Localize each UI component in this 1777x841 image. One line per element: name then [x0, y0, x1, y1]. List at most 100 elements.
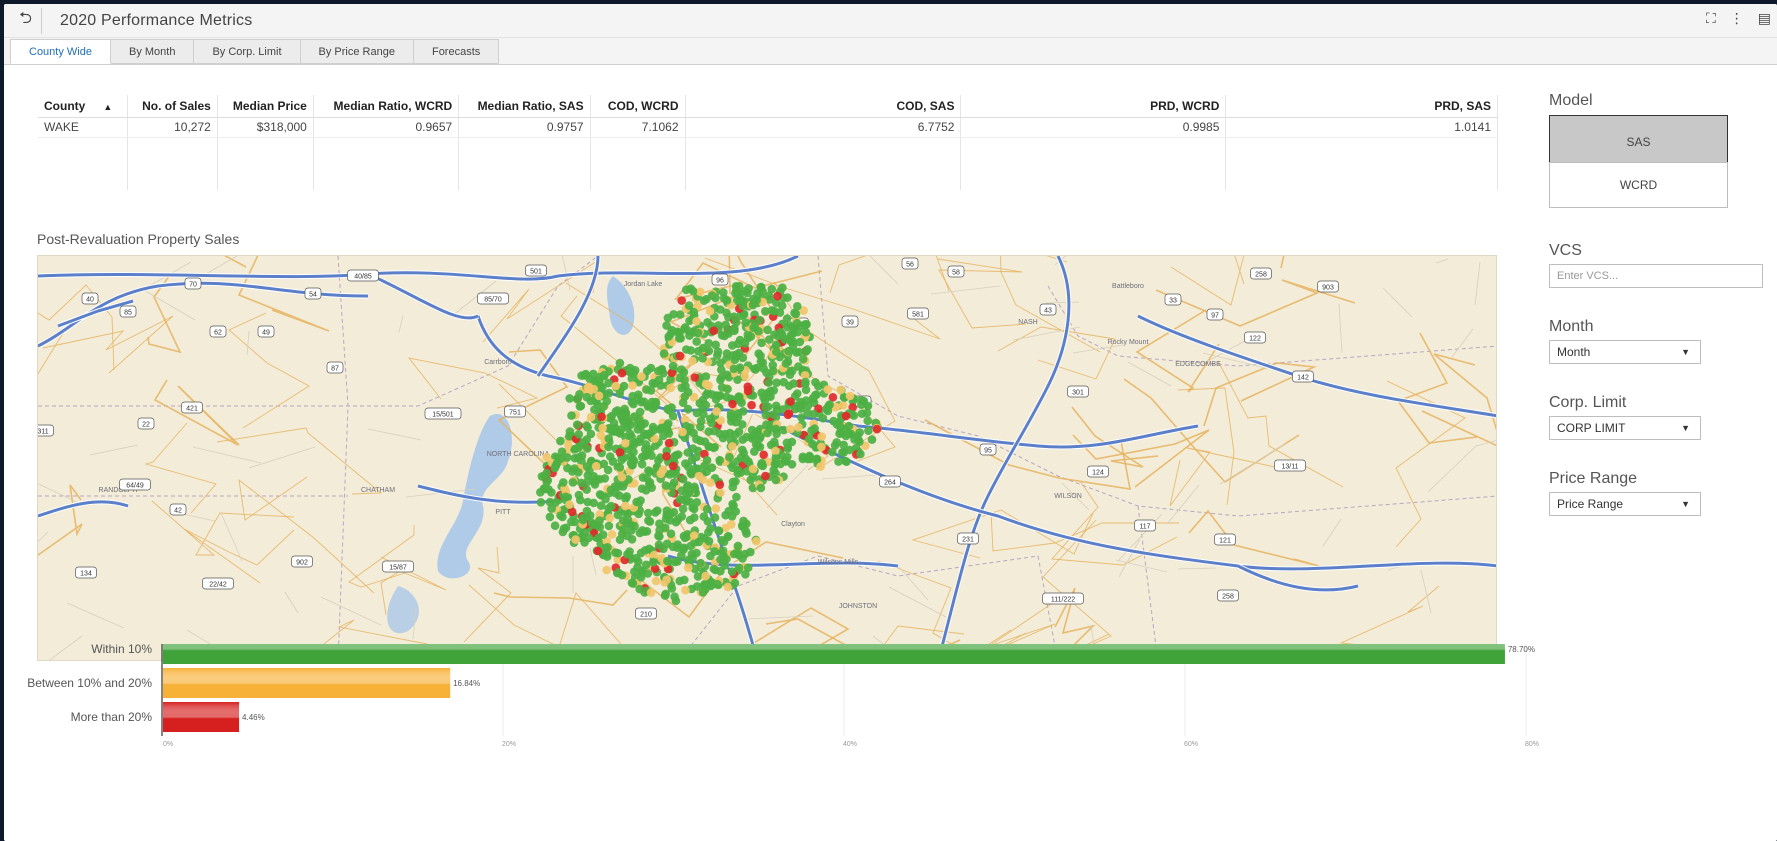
- sale-dot: [605, 452, 615, 461]
- table-cell: [38, 137, 128, 190]
- sale-dot: [692, 434, 701, 444]
- sale-dot: [683, 448, 693, 457]
- sale-dot: [640, 419, 649, 428]
- sale-dot: [712, 407, 721, 416]
- column-header[interactable]: PRD, WCRD: [960, 95, 1227, 118]
- category-label: Between 10% and 20%: [27, 676, 152, 690]
- top-right-toolbar: ⛶ ⋮ ▤: [1706, 10, 1771, 27]
- sale-dot: [572, 420, 582, 429]
- column-header[interactable]: Median Ratio, SAS: [458, 95, 591, 118]
- sale-dot: [727, 520, 736, 529]
- app-window: ⮌ 2020 Performance Metrics ⛶ ⋮ ▤ County …: [4, 4, 1777, 841]
- sale-dot: [727, 512, 737, 521]
- sale-dot: [696, 558, 705, 568]
- local-road: [1045, 301, 1080, 304]
- county-boundary: [1047, 285, 1496, 367]
- column-header[interactable]: COD, WCRD: [590, 95, 686, 118]
- tab-forecasts[interactable]: Forecasts: [413, 39, 500, 64]
- table-row[interactable]: WAKE 10,272 $318,000 0.9657 0.9757 7.106…: [38, 117, 1498, 138]
- sale-dot: [801, 347, 811, 356]
- sale-dot: [767, 306, 777, 315]
- sale-dot: [731, 288, 740, 298]
- price-range-dropdown[interactable]: Price Range ▼: [1549, 492, 1701, 516]
- sale-dot: [680, 533, 690, 543]
- page-icon[interactable]: ▤: [1758, 10, 1771, 27]
- sale-dot: [844, 421, 854, 431]
- sale-dot: [682, 497, 691, 506]
- corp-limit-dropdown[interactable]: CORP LIMIT ▼: [1549, 416, 1701, 440]
- sale-dot: [769, 410, 778, 419]
- minor-road: [829, 256, 950, 294]
- table-cell: 1.0141: [1225, 117, 1498, 138]
- local-road: [1435, 258, 1449, 264]
- sale-dot: [565, 427, 575, 436]
- local-road: [1338, 303, 1343, 354]
- table-cell: 6.7752: [685, 117, 962, 138]
- minor-road: [463, 546, 512, 643]
- sale-dot: [715, 429, 725, 438]
- sale-dot: [722, 370, 732, 380]
- highway-casing: [776, 423, 1496, 572]
- sort-ascending-icon[interactable]: ▲: [103, 102, 112, 112]
- sale-dot: [863, 416, 872, 426]
- sale-dot: [741, 526, 750, 536]
- sale-dot: [607, 427, 617, 436]
- sale-dot: [692, 582, 702, 591]
- column-header-county[interactable]: County ▲: [38, 95, 128, 118]
- sale-dot: [734, 392, 744, 401]
- column-header[interactable]: Median Price: [217, 95, 314, 118]
- sale-dot: [660, 591, 670, 600]
- sale-dot: [614, 482, 623, 491]
- column-header[interactable]: PRD, SAS: [1225, 95, 1498, 118]
- month-dropdown[interactable]: Month ▼: [1549, 340, 1701, 364]
- tab-county-wide[interactable]: County Wide: [10, 39, 111, 64]
- sale-dot: [537, 472, 547, 481]
- route-shield-label: 22: [142, 422, 150, 429]
- sale-dot: [716, 488, 725, 497]
- sale-dot: [662, 506, 672, 515]
- sale-dot: [739, 516, 748, 526]
- tab-by-price-range[interactable]: By Price Range: [300, 39, 414, 64]
- table-cell: 7.1062: [590, 117, 686, 138]
- map-canvas[interactable]: Carrboro Clayton Wilsons Mills Rocky Mount B…: [38, 256, 1497, 661]
- route-shield-label: 311: [38, 429, 49, 436]
- column-header[interactable]: No. of Sales: [127, 95, 218, 118]
- sale-dot: [654, 375, 664, 385]
- sale-dot: [586, 429, 596, 439]
- tab-by-month[interactable]: By Month: [110, 39, 195, 64]
- sale-dot: [617, 455, 626, 465]
- sale-dot: [709, 326, 718, 336]
- sale-dot: [556, 436, 565, 446]
- sale-dot: [786, 397, 795, 406]
- sale-dot: [701, 379, 711, 389]
- property-sales-map[interactable]: Carrboro Clayton Wilsons Mills Rocky Mount B…: [37, 255, 1497, 661]
- sale-dot: [550, 463, 560, 473]
- vcs-input[interactable]: [1549, 264, 1763, 288]
- sale-dot: [595, 516, 604, 525]
- sale-dot: [781, 359, 791, 368]
- model-option-sas[interactable]: SAS: [1549, 115, 1728, 169]
- sale-dot: [707, 291, 717, 300]
- sale-dot: [545, 512, 555, 522]
- sale-dot: [669, 478, 679, 487]
- highway: [777, 424, 1496, 571]
- local-road: [821, 474, 878, 480]
- more-vertical-icon[interactable]: ⋮: [1730, 10, 1744, 27]
- column-header[interactable]: Median Ratio, WCRD: [313, 95, 460, 118]
- minor-road: [1188, 509, 1320, 567]
- table-cell: [1225, 137, 1498, 190]
- map-place-label: Jordan Lake: [624, 281, 663, 288]
- sale-dot: [658, 465, 668, 475]
- map-place-label: JOHNSTON: [839, 603, 877, 610]
- sale-dot: [727, 567, 737, 576]
- sale-dot: [707, 463, 717, 472]
- local-road: [1474, 261, 1481, 306]
- sale-dot: [628, 391, 637, 401]
- model-option-wcrd[interactable]: WCRD: [1549, 162, 1728, 208]
- local-road: [1322, 518, 1342, 547]
- undo-arrow-icon[interactable]: ⮌: [10, 7, 42, 34]
- column-header[interactable]: COD, SAS: [685, 95, 962, 118]
- tab-by-corp-limit[interactable]: By Corp. Limit: [194, 39, 301, 64]
- expand-icon[interactable]: ⛶: [1706, 10, 1716, 27]
- sale-dot: [792, 318, 802, 328]
